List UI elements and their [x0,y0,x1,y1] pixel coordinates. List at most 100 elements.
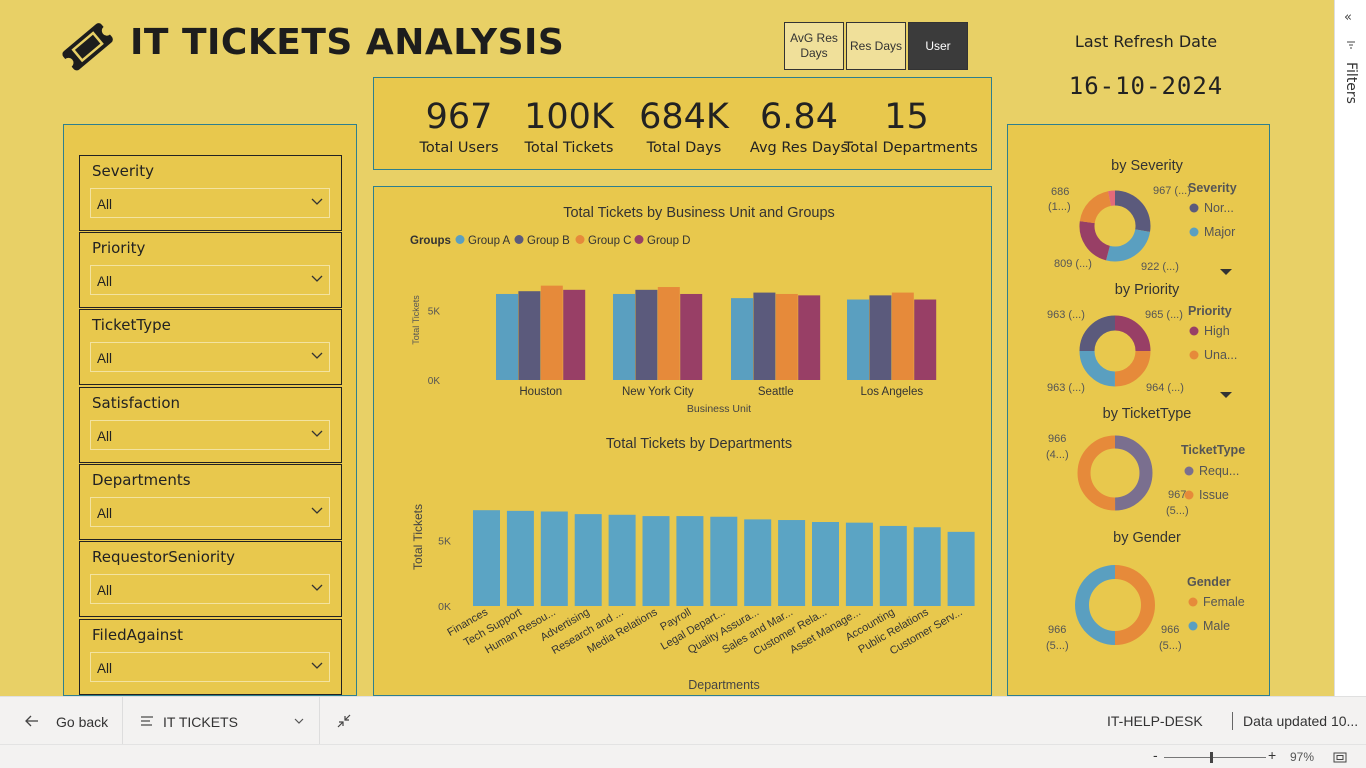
bar[interactable] [847,299,869,380]
requestorseniority-slicer[interactable]: RequestorSeniority All [79,541,342,617]
donut-slice[interactable] [1079,191,1112,224]
legend-item-label[interactable]: Group C [588,235,631,247]
donut-chart[interactable]: by Gender 966 (5...) 966 (5...) Gender Female M… [1046,530,1245,652]
go-back-button[interactable]: Go back [56,714,108,730]
bar[interactable] [540,511,568,607]
legend-scroll-down-icon[interactable] [1220,392,1232,398]
legend-item-label[interactable]: Group D [647,235,690,247]
chevron-down-icon[interactable] [294,718,304,725]
legend-item-label[interactable]: Female [1203,595,1245,609]
donut-slice[interactable] [1114,190,1151,232]
priority-slicer[interactable]: Priority All [79,232,342,308]
bar[interactable] [563,289,586,380]
donut-slice[interactable] [1114,350,1151,387]
bar-series[interactable] [473,510,975,606]
bar[interactable] [613,293,635,380]
bar[interactable] [775,293,798,380]
bar[interactable] [496,293,518,380]
donut-slice[interactable] [1075,565,1116,645]
collapse-icon[interactable]: « [1344,10,1352,25]
donut-chart[interactable]: by TicketType 966 (4...) 967 (5...) TicketTyp… [1046,406,1245,517]
legend-item-label[interactable]: High [1204,324,1230,338]
bar[interactable] [657,287,680,380]
satisfaction-slicer[interactable]: Satisfaction All [79,387,342,463]
bar-series[interactable] [496,285,937,380]
bar[interactable] [506,510,534,606]
zoom-out-button[interactable]: - [1153,747,1158,763]
bar[interactable] [473,510,500,606]
donut-slice[interactable] [1114,565,1155,645]
bar[interactable] [947,531,975,606]
tickettype-slicer[interactable]: TicketType All [79,309,342,385]
bar[interactable] [913,527,941,606]
bar[interactable] [540,285,563,380]
chart-legend[interactable]: Group A Group B Group C Group D [455,235,691,247]
bar[interactable] [914,299,937,380]
bar[interactable] [869,295,892,380]
business-unit-chart[interactable]: Total Tickets by Business Unit and Group… [374,187,991,417]
donut-slice[interactable] [1077,435,1116,511]
donut-chart[interactable]: by Priority 965 (...) 964 (...) 963 (...) 96… [1047,282,1237,398]
arrow-left-icon[interactable] [24,714,40,728]
legend-item-label[interactable]: Male [1203,619,1230,633]
satisfaction-dropdown[interactable]: All [90,420,330,450]
bar[interactable] [635,289,658,380]
donut-slice[interactable] [1079,221,1111,261]
filters-pane[interactable]: « Filters [1334,0,1366,696]
slice-label: 967 (...) [1153,185,1191,197]
donut-slice[interactable] [1079,350,1116,387]
fit-page-icon[interactable] [1333,752,1347,763]
bar[interactable] [608,514,636,606]
bar[interactable] [710,516,738,606]
severity-slicer[interactable]: Severity All [79,155,342,231]
zoom-in-button[interactable]: + [1268,747,1276,763]
severity-dropdown[interactable]: All [90,188,330,218]
departments-slicer[interactable]: Departments All [79,464,342,540]
legend-marker [634,235,644,244]
bar[interactable] [518,291,541,380]
zoom-slider[interactable] [1164,757,1266,758]
bar[interactable] [680,293,703,380]
legend-item-label[interactable]: Major [1204,225,1235,239]
filedagainst-dropdown[interactable]: All [90,652,330,682]
bar[interactable] [642,516,670,606]
bar[interactable] [798,295,821,380]
bar[interactable] [778,520,806,606]
filedagainst-slicer[interactable]: FiledAgainst All [79,619,342,695]
collapse-arrows-icon[interactable] [337,714,351,728]
legend-item-label[interactable]: Una... [1204,348,1237,362]
zoom-slider-thumb[interactable] [1210,752,1213,763]
donut-charts[interactable]: by Severity 967 (...) 922 (...) 809 (...) 68… [1008,125,1269,695]
tickettype-dropdown[interactable]: All [90,342,330,372]
bar[interactable] [891,292,914,380]
donut-slice[interactable] [1114,435,1153,511]
donut-slice[interactable] [1114,315,1151,352]
departments-chart[interactable]: Total Tickets by Departments Total Ticke… [374,417,991,697]
bar[interactable] [676,516,704,606]
bar[interactable] [812,522,839,606]
donut-slice[interactable] [1106,228,1150,262]
refresh-date: 16-10-2024 [1068,72,1224,100]
donut-chart[interactable]: by Severity 967 (...) 922 (...) 809 (...) 68… [1048,158,1237,275]
requestorseniority-dropdown[interactable]: All [90,574,330,604]
legend-item-label[interactable]: Nor... [1204,201,1234,215]
priority-dropdown[interactable]: All [90,265,330,295]
legend-scroll-down-icon[interactable] [1220,269,1232,275]
y-tick-label: 5K [428,307,441,318]
workspace-name[interactable]: IT-HELP-DESK [1107,713,1203,729]
departments-dropdown[interactable]: All [90,497,330,527]
legend-item-label[interactable]: Group B [527,235,570,247]
bar[interactable] [753,292,776,380]
page-selector[interactable]: IT TICKETS [163,714,238,730]
bar[interactable] [845,522,873,606]
donut-slice[interactable] [1108,190,1116,206]
legend-item-label[interactable]: Issue [1199,488,1229,502]
bar[interactable] [879,525,907,606]
donut-slice[interactable] [1079,315,1116,352]
legend-item-label[interactable]: Group A [468,235,511,247]
bar[interactable] [731,298,753,380]
filters-label[interactable]: Filters [1343,62,1359,104]
bar[interactable] [744,519,772,606]
legend-item-label[interactable]: Requ... [1199,464,1239,478]
bar[interactable] [574,514,602,606]
